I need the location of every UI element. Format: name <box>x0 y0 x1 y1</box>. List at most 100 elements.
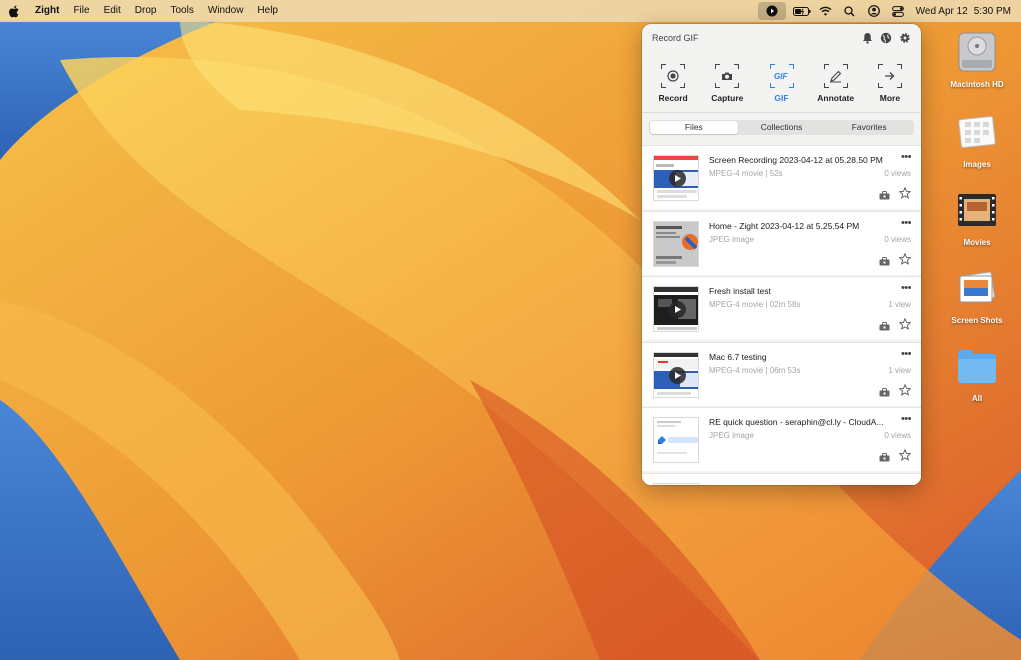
desktop-icon-all[interactable]: All <box>937 342 1017 403</box>
menu-edit[interactable]: Edit <box>97 0 128 22</box>
settings-gear-icon[interactable] <box>899 32 911 44</box>
clock-time: 5:30 PM <box>973 5 1011 17</box>
record-button[interactable]: Record <box>646 64 700 112</box>
notifications-bell-icon[interactable] <box>862 32 873 44</box>
file-thumbnail <box>653 482 699 485</box>
menu-file[interactable]: File <box>66 0 96 22</box>
globe-icon[interactable] <box>880 32 892 44</box>
menu-zight[interactable]: Zight <box>28 0 66 22</box>
desktop-icon-screen-shots[interactable]: Screen Shots <box>937 264 1017 325</box>
file-meta: MPEG-4 movie | 02m 58s <box>709 300 801 310</box>
file-row-partial[interactable] <box>642 472 921 485</box>
desktop-icon-macintosh-hd[interactable]: Macintosh HD <box>937 28 1017 89</box>
clock-date: Wed Apr 12 <box>915 5 968 17</box>
star-icon[interactable] <box>898 448 912 466</box>
file-row[interactable]: Mac 6.7 testing MPEG-4 movie | 06m 53s 1… <box>642 341 921 406</box>
capture-actions: Record Capture GIF GIF Annotate More <box>642 52 921 112</box>
desktop-icon-label: Macintosh HD <box>950 80 1004 89</box>
record-label: Record <box>658 93 688 103</box>
play-icon <box>669 366 686 384</box>
lock-icon[interactable] <box>879 384 890 402</box>
file-name: Mac 6.7 testing <box>709 351 767 362</box>
lock-icon[interactable] <box>879 449 890 467</box>
desktop-icon-label: Screen Shots <box>951 316 1003 325</box>
capture-button[interactable]: Capture <box>700 64 754 112</box>
more-label: More <box>879 93 901 103</box>
apple-menu-icon[interactable] <box>0 5 28 18</box>
tab-favorites[interactable]: Favorites <box>825 121 913 134</box>
menu-bar: Zight File Edit Drop Tools Window Help W… <box>0 0 1021 22</box>
tab-files[interactable]: Files <box>650 121 738 134</box>
gif-label: GIF <box>774 93 789 103</box>
file-name: Home - Zight 2023-04-12 at 5.25.54 PM <box>709 220 860 231</box>
desktop-icon-movies[interactable]: Movies <box>937 186 1017 247</box>
tab-collections[interactable]: Collections <box>738 121 826 134</box>
zight-popover: Record GIF Record Capture GIF GIF Annota… <box>642 24 921 485</box>
more-options-icon[interactable]: ••• <box>901 348 912 360</box>
battery-icon[interactable] <box>790 2 814 20</box>
file-meta: JPEG image <box>709 234 754 244</box>
panel-divider <box>642 112 921 113</box>
file-thumbnail <box>653 220 699 267</box>
gif-icon: GIF <box>769 64 794 88</box>
control-center-icon[interactable] <box>886 2 910 20</box>
panel-title: Record GIF <box>652 33 699 43</box>
annotate-button[interactable]: Annotate <box>809 64 863 112</box>
zight-status-icon[interactable] <box>757 2 786 20</box>
file-thumbnail <box>653 286 699 333</box>
lock-icon[interactable] <box>879 253 890 271</box>
movies-folder-icon <box>937 186 1017 234</box>
file-views: 0 views <box>884 234 911 244</box>
menu-bar-clock[interactable]: Wed Apr 12 5:30 PM <box>916 6 1011 17</box>
desktop-icon-label: Movies <box>963 238 991 247</box>
star-icon[interactable] <box>898 186 912 204</box>
more-button[interactable]: More <box>863 64 917 112</box>
desktop-icon-images[interactable]: Images <box>937 108 1017 169</box>
annotate-icon <box>823 64 848 88</box>
camera-icon <box>715 64 740 88</box>
screenshots-folder-icon <box>937 264 1017 312</box>
panel-header: Record GIF <box>642 24 921 52</box>
file-name: Fresh install test <box>709 286 771 297</box>
images-folder-icon <box>937 108 1017 156</box>
menu-window[interactable]: Window <box>201 0 251 22</box>
spotlight-search-icon[interactable] <box>838 2 862 20</box>
file-list: Screen Recording 2023-04-12 at 05.28.50 … <box>642 145 921 485</box>
lock-icon[interactable] <box>879 187 890 205</box>
file-meta: JPEG image <box>709 431 754 441</box>
file-views: 0 views <box>884 431 911 441</box>
file-row[interactable]: Screen Recording 2023-04-12 at 05.28.50 … <box>642 145 921 209</box>
file-views: 1 view <box>888 365 911 375</box>
more-options-icon[interactable]: ••• <box>901 413 912 425</box>
hard-drive-icon <box>937 28 1017 76</box>
star-icon[interactable] <box>898 317 912 335</box>
gif-button[interactable]: GIF GIF <box>754 64 808 112</box>
menu-drop[interactable]: Drop <box>128 0 164 22</box>
capture-label: Capture <box>711 93 744 103</box>
more-options-icon[interactable]: ••• <box>901 151 912 163</box>
play-icon <box>669 170 686 187</box>
more-options-icon[interactable]: ••• <box>901 282 912 294</box>
file-row[interactable]: Fresh install test MPEG-4 movie | 02m 58… <box>642 276 921 341</box>
wifi-icon[interactable] <box>814 2 838 20</box>
more-options-icon[interactable]: ••• <box>901 217 912 229</box>
files-tab-switcher: Files Collections Favorites <box>649 120 914 135</box>
desktop-icon-label: All <box>971 394 983 403</box>
file-row[interactable]: Home - Zight 2023-04-12 at 5.25.54 PM JP… <box>642 210 921 275</box>
menu-help[interactable]: Help <box>250 0 285 22</box>
file-name: Screen Recording 2023-04-12 at 05.28.50 … <box>709 155 883 165</box>
file-meta: MPEG-4 movie | 52s <box>709 169 783 178</box>
file-thumbnail <box>653 155 699 201</box>
star-icon[interactable] <box>898 252 912 270</box>
file-thumbnail <box>653 417 699 464</box>
user-account-icon[interactable] <box>862 2 886 20</box>
arrow-right-icon <box>877 64 902 88</box>
menu-tools[interactable]: Tools <box>163 0 200 22</box>
file-thumbnail <box>653 351 699 398</box>
lock-icon[interactable] <box>879 318 890 336</box>
star-icon[interactable] <box>898 383 912 401</box>
file-meta: MPEG-4 movie | 06m 53s <box>709 365 801 375</box>
desktop-icon-label: Images <box>963 160 991 169</box>
file-row[interactable]: RE quick question - seraphin@cl.ly - Clo… <box>642 407 921 472</box>
svg-text:GIF: GIF <box>774 72 788 80</box>
